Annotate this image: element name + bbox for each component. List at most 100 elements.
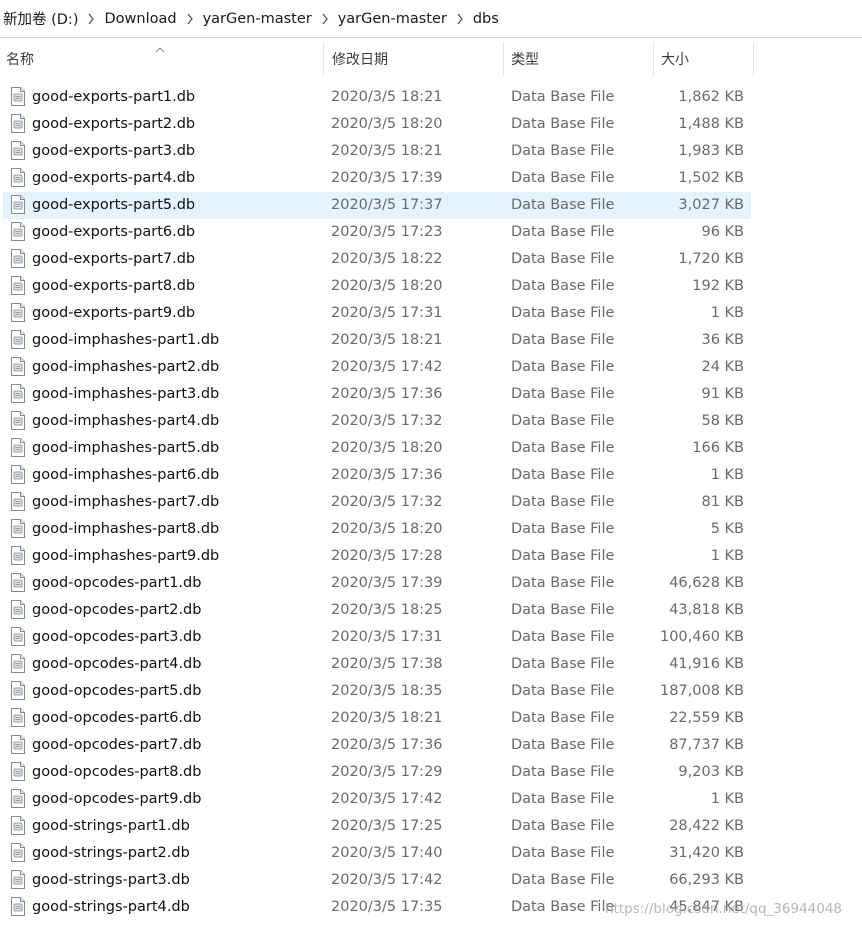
file-row[interactable]: good-exports-part6.db 2020/3/5 17:23 Data … (3, 219, 751, 246)
chevron-right-icon[interactable] (453, 13, 467, 25)
file-row[interactable]: good-strings-part4.db 2020/3/5 17:35 Data … (3, 894, 751, 921)
file-row[interactable]: good-exports-part7.db 2020/3/5 18:22 Data … (3, 246, 751, 273)
file-modified-date: 2020/3/5 17:36 (331, 386, 443, 402)
file-row[interactable]: good-imphashes-part3.db 2020/3/5 17:36 Dat… (3, 381, 751, 408)
file-row[interactable]: good-imphashes-part7.db 2020/3/5 17:32 Dat… (3, 489, 751, 516)
file-name: good-strings-part2.db (32, 845, 190, 861)
database-file-icon (11, 114, 25, 133)
file-size: 1,502 KB (678, 170, 744, 186)
file-row[interactable]: good-imphashes-part9.db 2020/3/5 17:28 Dat… (3, 543, 751, 570)
file-modified-date: 2020/3/5 17:28 (331, 548, 443, 564)
file-row[interactable]: good-imphashes-part1.db 2020/3/5 18:21 Dat… (3, 327, 751, 354)
file-row[interactable]: good-opcodes-part3.db 2020/3/5 17:31 Data … (3, 624, 751, 651)
breadcrumb-dbs[interactable]: dbs (467, 11, 505, 27)
file-name: good-strings-part3.db (32, 872, 190, 888)
file-modified-date: 2020/3/5 17:29 (331, 764, 443, 780)
database-file-icon (11, 843, 25, 862)
database-file-icon (11, 87, 25, 106)
breadcrumb-yargen-master-1[interactable]: yarGen-master (197, 11, 318, 27)
file-name: good-exports-part4.db (32, 170, 196, 186)
file-modified-date: 2020/3/5 18:20 (331, 116, 443, 132)
file-row[interactable]: good-opcodes-part4.db 2020/3/5 17:38 Data … (3, 651, 751, 678)
file-row[interactable]: good-imphashes-part2.db 2020/3/5 17:42 Dat… (3, 354, 751, 381)
file-name: good-imphashes-part9.db (32, 548, 220, 564)
file-modified-date: 2020/3/5 18:21 (331, 89, 443, 105)
breadcrumb-drive[interactable]: 新加卷 (D:) (0, 8, 84, 29)
database-file-icon (11, 546, 25, 565)
address-bar[interactable]: 新加卷 (D:) Download yarGen-master yarGen-m… (0, 0, 862, 38)
column-header-type[interactable]: 类型 (505, 38, 654, 80)
file-name: good-exports-part1.db (32, 89, 196, 105)
database-file-icon (11, 249, 25, 268)
file-row[interactable]: good-opcodes-part8.db 2020/3/5 17:29 Data … (3, 759, 751, 786)
file-modified-date: 2020/3/5 17:38 (331, 656, 443, 672)
file-row[interactable]: good-opcodes-part1.db 2020/3/5 17:39 Data … (3, 570, 751, 597)
file-modified-date: 2020/3/5 17:25 (331, 818, 443, 834)
file-row[interactable]: good-imphashes-part4.db 2020/3/5 17:32 Dat… (3, 408, 751, 435)
column-header-date[interactable]: 修改日期 (326, 38, 504, 80)
database-file-icon (11, 897, 25, 916)
file-name: good-strings-part1.db (32, 818, 190, 834)
file-size: 1 KB (710, 305, 744, 321)
file-size: 166 KB (692, 440, 744, 456)
database-file-icon (11, 870, 25, 889)
file-row[interactable]: good-opcodes-part5.db 2020/3/5 18:35 Data … (3, 678, 751, 705)
file-size: 1,983 KB (678, 143, 744, 159)
file-modified-date: 2020/3/5 18:21 (331, 143, 443, 159)
chevron-right-icon[interactable] (318, 13, 332, 25)
file-row[interactable]: good-exports-part8.db 2020/3/5 18:20 Data … (3, 273, 751, 300)
file-list: good-exports-part1.db 2020/3/5 18:21 Data … (0, 84, 862, 921)
file-modified-date: 2020/3/5 17:42 (331, 359, 443, 375)
file-row[interactable]: good-exports-part1.db 2020/3/5 18:21 Data … (3, 84, 751, 111)
file-row[interactable]: good-exports-part5.db 2020/3/5 17:37 Data … (3, 192, 751, 219)
file-size: 81 KB (701, 494, 744, 510)
file-modified-date: 2020/3/5 17:40 (331, 845, 443, 861)
chevron-right-icon[interactable] (84, 13, 98, 25)
file-name: good-opcodes-part2.db (32, 602, 202, 618)
file-modified-date: 2020/3/5 18:22 (331, 251, 443, 267)
file-row[interactable]: good-exports-part4.db 2020/3/5 17:39 Data … (3, 165, 751, 192)
file-row[interactable]: good-imphashes-part6.db 2020/3/5 17:36 Dat… (3, 462, 751, 489)
file-row[interactable]: good-opcodes-part9.db 2020/3/5 17:42 Data … (3, 786, 751, 813)
file-name: good-opcodes-part6.db (32, 710, 202, 726)
file-size: 3,027 KB (678, 197, 744, 213)
file-row[interactable]: good-exports-part3.db 2020/3/5 18:21 Data … (3, 138, 751, 165)
file-name: good-imphashes-part2.db (32, 359, 220, 375)
database-file-icon (11, 735, 25, 754)
breadcrumb: 新加卷 (D:) Download yarGen-master yarGen-m… (0, 0, 505, 37)
file-row[interactable]: good-strings-part2.db 2020/3/5 17:40 Data … (3, 840, 751, 867)
file-size: 31,420 KB (669, 845, 744, 861)
database-file-icon (11, 573, 25, 592)
file-name: good-opcodes-part8.db (32, 764, 202, 780)
file-row[interactable]: good-opcodes-part6.db 2020/3/5 18:21 Data … (3, 705, 751, 732)
chevron-right-icon[interactable] (183, 13, 197, 25)
file-size: 28,422 KB (669, 818, 744, 834)
database-file-icon (11, 357, 25, 376)
file-size: 5 KB (710, 521, 744, 537)
file-modified-date: 2020/3/5 17:39 (331, 575, 443, 591)
file-name: good-imphashes-part1.db (32, 332, 220, 348)
file-name: good-strings-part4.db (32, 899, 190, 915)
file-name: good-imphashes-part3.db (32, 386, 220, 402)
breadcrumb-download[interactable]: Download (98, 11, 182, 27)
file-row[interactable]: good-strings-part3.db 2020/3/5 17:42 Data … (3, 867, 751, 894)
breadcrumb-yargen-master-2[interactable]: yarGen-master (332, 11, 453, 27)
file-row[interactable]: good-exports-part2.db 2020/3/5 18:20 Data … (3, 111, 751, 138)
file-row[interactable]: good-imphashes-part5.db 2020/3/5 18:20 Dat… (3, 435, 751, 462)
column-header-name[interactable]: 名称 (0, 38, 324, 80)
database-file-icon (11, 600, 25, 619)
file-name: good-imphashes-part5.db (32, 440, 220, 456)
column-type-label: 类型 (511, 52, 539, 68)
file-row[interactable]: good-imphashes-part8.db 2020/3/5 18:20 Dat… (3, 516, 751, 543)
database-file-icon (11, 168, 25, 187)
sort-ascending-icon (155, 41, 165, 57)
file-row[interactable]: good-opcodes-part2.db 2020/3/5 18:25 Data … (3, 597, 751, 624)
column-header-size[interactable]: 大小 (655, 38, 754, 80)
file-modified-date: 2020/3/5 18:21 (331, 332, 443, 348)
file-row[interactable]: good-exports-part9.db 2020/3/5 17:31 Data … (3, 300, 751, 327)
database-file-icon (11, 627, 25, 646)
file-modified-date: 2020/3/5 18:21 (331, 710, 443, 726)
file-row[interactable]: good-strings-part1.db 2020/3/5 17:25 Data … (3, 813, 751, 840)
database-file-icon (11, 789, 25, 808)
file-row[interactable]: good-opcodes-part7.db 2020/3/5 17:36 Data … (3, 732, 751, 759)
